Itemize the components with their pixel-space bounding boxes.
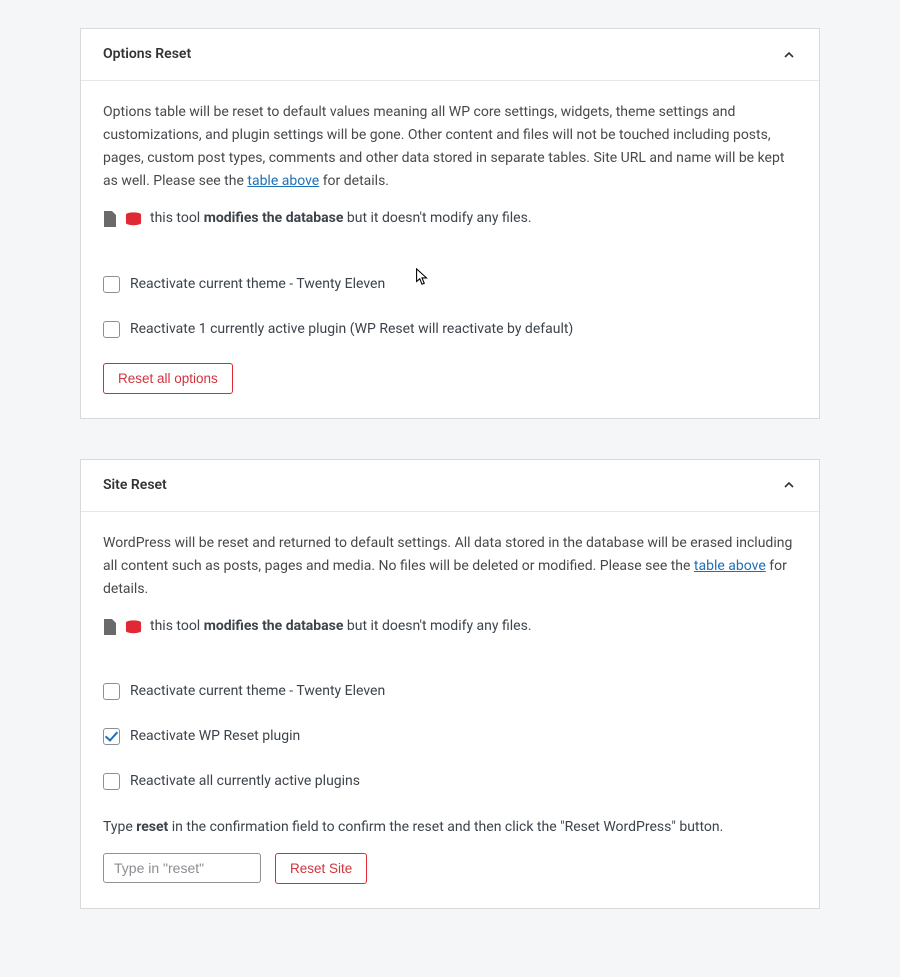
checkbox-row: Reactivate WP Reset plugin — [103, 725, 797, 748]
options-reset-header[interactable]: Options Reset — [81, 29, 819, 81]
tool-note: this tool modifies the database but it d… — [103, 615, 797, 638]
database-icon — [125, 212, 142, 226]
checkbox-label[interactable]: Reactivate WP Reset plugin — [130, 725, 300, 748]
reset-confirm-input[interactable] — [103, 853, 261, 883]
table-above-link[interactable]: table above — [247, 173, 319, 189]
site-reset-panel: Site Reset WordPress will be reset and r… — [80, 459, 820, 909]
checkbox-row: Reactivate 1 currently active plugin (WP… — [103, 318, 797, 341]
checkbox-label[interactable]: Reactivate 1 currently active plugin (WP… — [130, 318, 573, 341]
panel-body: Options table will be reset to default v… — [81, 81, 819, 418]
confirm-instruction: Type reset in the confirmation field to … — [103, 816, 797, 839]
chevron-up-icon — [781, 477, 797, 493]
panel-title: Site Reset — [103, 474, 167, 497]
panel-title: Options Reset — [103, 43, 191, 66]
tool-note-text: this tool modifies the database but it d… — [150, 207, 532, 230]
checkbox-label[interactable]: Reactivate current theme - Twenty Eleven — [130, 680, 385, 703]
checkbox-row: Reactivate current theme - Twenty Eleven — [103, 273, 797, 296]
reset-site-button[interactable]: Reset Site — [275, 853, 367, 884]
database-icon — [125, 620, 142, 634]
options-reset-panel: Options Reset Options table will be rese… — [80, 28, 820, 419]
checkbox-row: Reactivate current theme - Twenty Eleven — [103, 680, 797, 703]
description: WordPress will be reset and returned to … — [103, 532, 797, 601]
chevron-up-icon — [781, 47, 797, 63]
confirm-row: Reset Site — [103, 853, 797, 884]
reactivate-wp-reset-checkbox[interactable] — [103, 728, 120, 745]
checkbox-row: Reactivate all currently active plugins — [103, 770, 797, 793]
file-icon — [103, 619, 117, 635]
tool-note-text: this tool modifies the database but it d… — [150, 615, 532, 638]
reactivate-all-plugins-checkbox[interactable] — [103, 773, 120, 790]
reset-all-options-button[interactable]: Reset all options — [103, 363, 233, 394]
site-reset-header[interactable]: Site Reset — [81, 460, 819, 512]
checkbox-label[interactable]: Reactivate current theme - Twenty Eleven — [130, 273, 385, 296]
tool-note: this tool modifies the database but it d… — [103, 207, 797, 230]
table-above-link[interactable]: table above — [694, 558, 766, 574]
reactivate-theme-checkbox[interactable] — [103, 683, 120, 700]
reactivate-theme-checkbox[interactable] — [103, 276, 120, 293]
panel-body: WordPress will be reset and returned to … — [81, 512, 819, 908]
description: Options table will be reset to default v… — [103, 101, 797, 193]
reactivate-plugin-checkbox[interactable] — [103, 321, 120, 338]
checkbox-label[interactable]: Reactivate all currently active plugins — [130, 770, 360, 793]
file-icon — [103, 211, 117, 227]
